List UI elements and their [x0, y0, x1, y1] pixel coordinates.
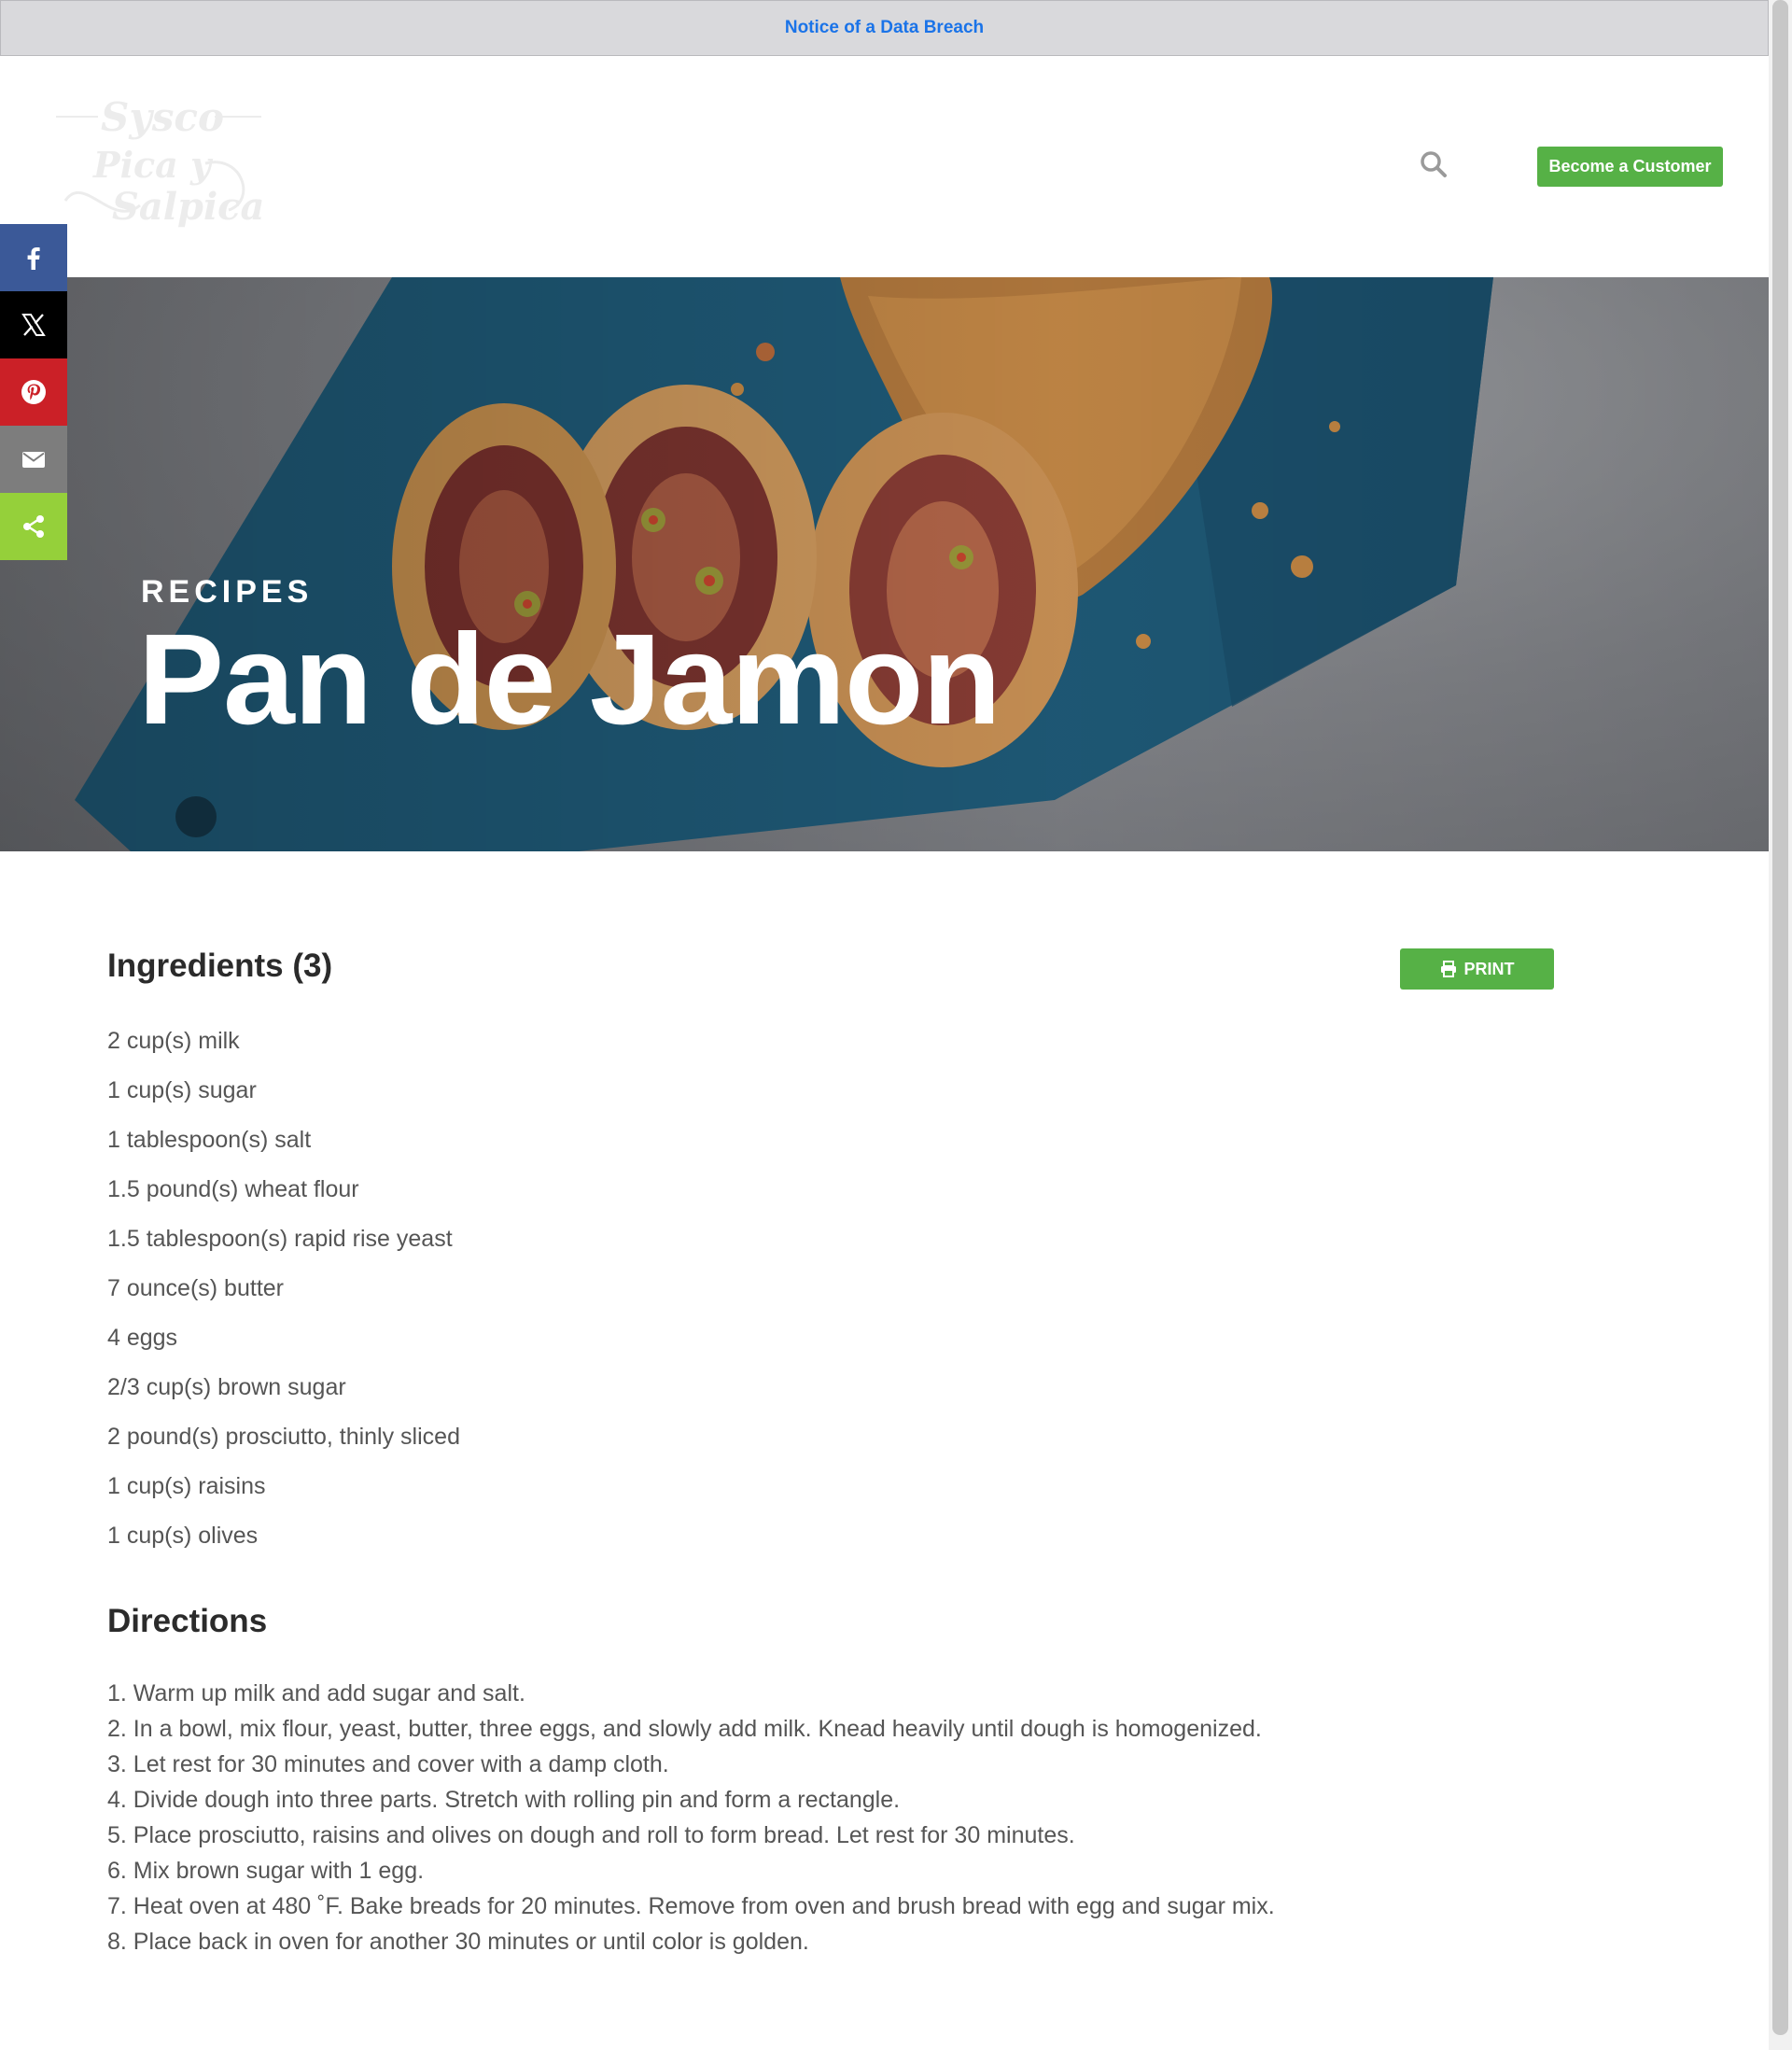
recipe-content: Ingredients (3) 2 cup(s) milk 1 cup(s) su… — [107, 948, 1661, 1959]
page: Notice of a Data Breach Sysco Pica y Sal… — [0, 0, 1792, 2050]
scrollbar-thumb[interactable] — [1772, 0, 1788, 2035]
direction-step: 5. Place prosciutto, raisins and olives … — [107, 1822, 1075, 1848]
data-breach-notice-link[interactable]: Notice of a Data Breach — [785, 18, 984, 38]
hero-banner: RECIPES Pan de Jamon — [0, 277, 1769, 851]
become-customer-button[interactable]: Become a Customer — [1537, 147, 1723, 187]
search-button[interactable] — [1419, 149, 1449, 179]
direction-step: 2. In a bowl, mix flour, yeast, butter, … — [107, 1716, 1262, 1742]
site-header: Sysco Pica y Salpica Become a Customer — [0, 56, 1769, 277]
share-more-button[interactable] — [0, 493, 67, 560]
sysco-pica-y-salpica-logo[interactable]: Sysco Pica y Salpica — [56, 94, 271, 238]
ingredient-item: 1 cup(s) sugar — [107, 1077, 257, 1103]
ingredient-item: 2 cup(s) milk — [107, 1028, 240, 1054]
ingredient-item: 2/3 cup(s) brown sugar — [107, 1374, 346, 1400]
directions-heading: Directions — [107, 1603, 268, 1639]
direction-step: 1. Warm up milk and add sugar and salt. — [107, 1680, 525, 1706]
vertical-scrollbar[interactable] — [1769, 0, 1792, 2050]
share-icon — [23, 515, 44, 538]
share-email-button[interactable] — [0, 426, 67, 493]
logo-text-pica: Pica y — [92, 144, 214, 186]
direction-step: 3. Let rest for 30 minutes and cover wit… — [107, 1751, 669, 1777]
notice-bar: Notice of a Data Breach — [0, 0, 1769, 56]
logo-text-sysco: Sysco — [101, 98, 224, 140]
pinterest-icon — [21, 380, 46, 404]
logo-text-salpica: Salpica — [112, 185, 264, 229]
x-icon — [21, 314, 46, 336]
ingredient-item: 1 cup(s) raisins — [107, 1473, 266, 1499]
ingredient-item: 1 cup(s) olives — [107, 1523, 259, 1549]
ingredient-item: 4 eggs — [107, 1325, 178, 1351]
share-pinterest-button[interactable] — [0, 358, 67, 426]
direction-step: 7. Heat oven at 480 ˚F. Bake breads for … — [107, 1893, 1275, 1919]
ingredient-item: 2 pound(s) prosciutto, thinly sliced — [107, 1424, 460, 1450]
page-title: Pan de Jamon — [138, 608, 1001, 751]
mail-icon — [22, 452, 45, 468]
ingredient-item: 1.5 pound(s) wheat flour — [107, 1176, 359, 1202]
ingredient-item: 1 tablespoon(s) salt — [107, 1127, 312, 1153]
directions-list: 1. Warm up milk and add sugar and salt. 2… — [107, 1676, 1661, 1959]
social-share-bar — [0, 224, 67, 560]
search-icon — [1421, 151, 1447, 177]
ingredients-list: 2 cup(s) milk 1 cup(s) sugar 1 tablespoon(… — [107, 1017, 1661, 1561]
ingredient-item: 1.5 tablespoon(s) rapid rise yeast — [107, 1226, 453, 1252]
facebook-icon — [27, 247, 40, 270]
ingredients-heading: Ingredients (3) — [107, 948, 333, 984]
share-x-button[interactable] — [0, 291, 67, 358]
direction-step: 6. Mix brown sugar with 1 egg. — [107, 1858, 425, 1884]
direction-step: 8. Place back in oven for another 30 min… — [107, 1929, 809, 1955]
hero-overlay — [0, 277, 1769, 851]
ingredient-item: 7 ounce(s) butter — [107, 1275, 284, 1301]
direction-step: 4. Divide dough into three parts. Stretc… — [107, 1787, 901, 1813]
logo-graphic: Sysco Pica y Salpica — [56, 94, 264, 229]
share-facebook-button[interactable] — [0, 224, 67, 291]
